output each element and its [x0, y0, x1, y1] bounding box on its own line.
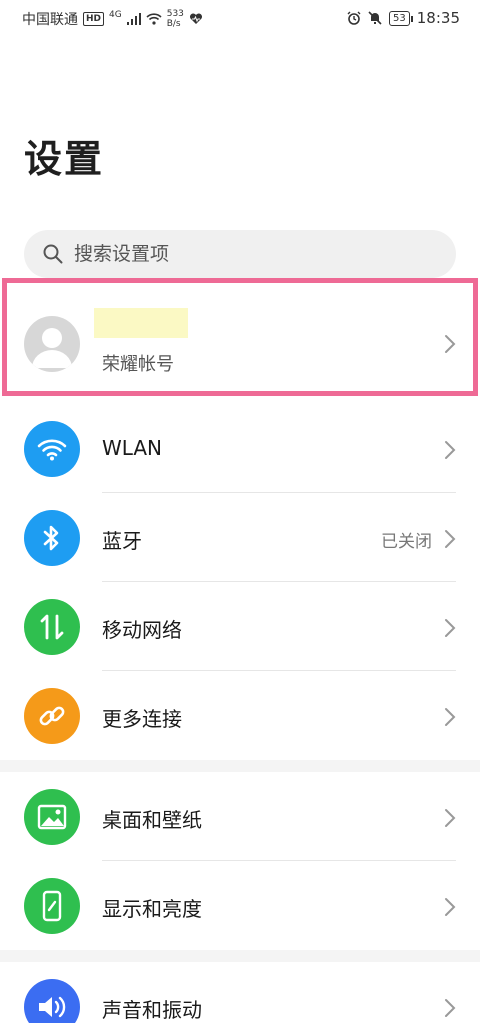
account-label: 荣耀帐号	[102, 354, 174, 375]
display-icon	[24, 878, 80, 934]
item-label: 更多连接	[102, 707, 182, 731]
chevron-right-icon	[445, 809, 456, 827]
sound-icon	[24, 979, 80, 1023]
chevron-right-icon	[445, 898, 456, 916]
clock: 18:35	[416, 9, 460, 27]
chevron-right-icon	[445, 530, 456, 548]
speed-unit: B/s	[166, 19, 181, 29]
item-label: 声音和振动	[102, 998, 202, 1022]
hd-badge: HD	[83, 12, 105, 26]
mute-icon	[368, 11, 382, 25]
settings-item-home-wallpaper[interactable]: 桌面和壁纸	[0, 772, 480, 861]
item-label: 蓝牙	[102, 529, 142, 553]
search-icon	[43, 244, 63, 264]
item-label: 移动网络	[102, 618, 182, 642]
settings-item-display-brightness[interactable]: 显示和亮度	[0, 861, 480, 950]
health-icon	[189, 13, 202, 24]
search-bar[interactable]	[24, 230, 456, 278]
wifi-icon	[24, 421, 80, 477]
alarm-icon	[347, 11, 361, 25]
settings-item-wlan[interactable]: WLAN	[0, 404, 480, 493]
wifi-status-icon	[146, 13, 162, 25]
battery-indicator: 53	[389, 10, 413, 26]
signal-icon	[126, 13, 141, 25]
item-label: 显示和亮度	[102, 897, 202, 921]
bluetooth-status: 已关闭	[381, 532, 432, 552]
speed-value: 533	[166, 9, 184, 19]
mobile-data-icon	[24, 599, 80, 655]
chevron-right-icon	[445, 619, 456, 637]
page-title: 设置	[24, 137, 105, 181]
status-bar: 中国联通 HD 4G 533 B/s 53 18:35	[0, 0, 480, 40]
avatar	[24, 316, 80, 372]
network-type: 4G	[109, 10, 122, 20]
chevron-right-icon	[445, 999, 456, 1017]
chevron-right-icon	[445, 335, 456, 353]
search-input[interactable]	[72, 242, 436, 266]
section-gap	[0, 950, 480, 962]
section-gap	[0, 760, 480, 772]
settings-screen: 中国联通 HD 4G 533 B/s 53 18:35 设置 搜索设置项 荣耀帐…	[0, 0, 480, 1023]
network-speed: 533 B/s	[167, 9, 184, 29]
settings-item-mobile-network[interactable]: 移动网络	[0, 582, 480, 671]
settings-item-bluetooth[interactable]: 蓝牙 已关闭	[0, 493, 480, 582]
link-icon	[24, 688, 80, 744]
wallpaper-icon	[24, 789, 80, 845]
settings-item-more-connections[interactable]: 更多连接	[0, 671, 480, 760]
settings-item-sound-vibration[interactable]: 声音和振动	[0, 962, 480, 1023]
bluetooth-icon	[24, 510, 80, 566]
item-label: WLAN	[102, 436, 163, 460]
item-label: 桌面和壁纸	[102, 808, 202, 832]
carrier-name: 中国联通	[22, 12, 78, 28]
chevron-right-icon	[445, 441, 456, 459]
account-name-redacted	[94, 308, 188, 338]
chevron-right-icon	[445, 708, 456, 726]
account-row[interactable]: 荣耀帐号	[0, 272, 480, 396]
avatar-icon	[32, 328, 72, 368]
